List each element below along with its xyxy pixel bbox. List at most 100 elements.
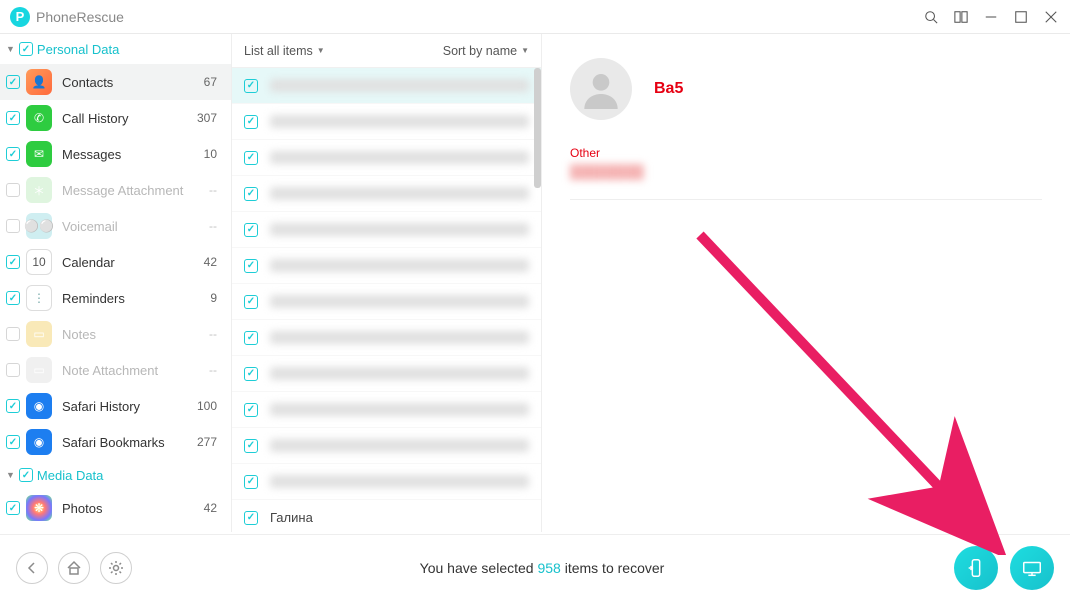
minimize-icon[interactable] — [982, 8, 1000, 26]
sidebar-item-count: 42 — [204, 255, 221, 269]
filter-dropdown[interactable]: List all items ▼ — [244, 44, 325, 58]
item-checkbox[interactable] — [6, 147, 20, 161]
list-item-name — [270, 151, 529, 164]
sidebar: ▼Personal Data👤Contacts67✆Call History30… — [0, 34, 232, 532]
sidebar-item-count: 67 — [204, 75, 221, 89]
row-checkbox[interactable] — [244, 295, 258, 309]
sidebar-item-photos[interactable]: ❋Photos42 — [0, 490, 231, 526]
list-item[interactable] — [232, 320, 541, 356]
item-checkbox[interactable] — [6, 111, 20, 125]
sidebar-item-label: Note Attachment — [62, 363, 199, 378]
contact-list-panel: List all items ▼ Sort by name ▼ Галина — [232, 34, 542, 532]
list-item-name — [270, 403, 529, 416]
list-item[interactable] — [232, 428, 541, 464]
row-checkbox[interactable] — [244, 187, 258, 201]
group-label: Media Data — [37, 468, 103, 483]
contact-name: Ba5 — [654, 80, 683, 98]
list-item[interactable]: Галина — [232, 500, 541, 532]
list-item[interactable] — [232, 248, 541, 284]
chevron-down-icon: ▼ — [521, 46, 529, 55]
row-checkbox[interactable] — [244, 79, 258, 93]
sidebar-item-label: Photos — [62, 501, 194, 516]
row-checkbox[interactable] — [244, 259, 258, 273]
item-checkbox[interactable] — [6, 75, 20, 89]
chevron-down-icon: ▼ — [6, 470, 15, 480]
list-item[interactable] — [232, 176, 541, 212]
filter-label: List all items — [244, 44, 313, 58]
sidebar-item-label: Contacts — [62, 75, 194, 90]
sidebar-item-reminders[interactable]: ⋮Reminders9 — [0, 280, 231, 316]
category-icon: 👤 — [26, 69, 52, 95]
status-text: You have selected 958 items to recover — [142, 560, 942, 576]
recover-to-device-button[interactable] — [954, 546, 998, 590]
sidebar-group-header[interactable]: ▼Personal Data — [0, 34, 231, 64]
sidebar-item-label: Notes — [62, 327, 199, 342]
back-button[interactable] — [16, 552, 48, 584]
row-checkbox[interactable] — [244, 331, 258, 345]
sidebar-item-call-history[interactable]: ✆Call History307 — [0, 100, 231, 136]
sidebar-item-label: Messages — [62, 147, 194, 162]
sidebar-item-count: 277 — [197, 435, 221, 449]
list-item-name — [270, 295, 529, 308]
detail-section: Other ████████ — [570, 146, 1042, 200]
maximize-icon[interactable] — [1012, 8, 1030, 26]
list-item[interactable] — [232, 140, 541, 176]
row-checkbox[interactable] — [244, 223, 258, 237]
category-icon: 10 — [26, 249, 52, 275]
row-checkbox[interactable] — [244, 151, 258, 165]
row-checkbox[interactable] — [244, 367, 258, 381]
item-checkbox — [6, 219, 20, 233]
row-checkbox[interactable] — [244, 511, 258, 525]
item-checkbox[interactable] — [6, 399, 20, 413]
list-item-name — [270, 79, 529, 92]
scrollbar[interactable] — [534, 68, 541, 188]
sidebar-item-count: 10 — [204, 147, 221, 161]
category-icon: ⋮ — [26, 285, 52, 311]
sidebar-item-count: 42 — [204, 501, 221, 515]
list-item[interactable] — [232, 356, 541, 392]
close-icon[interactable] — [1042, 8, 1060, 26]
sidebar-item-count: -- — [209, 327, 221, 341]
sidebar-item-notes: ▭Notes-- — [0, 316, 231, 352]
list-item[interactable] — [232, 284, 541, 320]
row-checkbox[interactable] — [244, 439, 258, 453]
list-item-name — [270, 475, 529, 488]
settings-button[interactable] — [100, 552, 132, 584]
category-icon: ◉ — [26, 429, 52, 455]
group-checkbox[interactable] — [19, 42, 33, 56]
item-checkbox[interactable] — [6, 255, 20, 269]
row-checkbox[interactable] — [244, 115, 258, 129]
list-item[interactable] — [232, 104, 541, 140]
sidebar-group-header[interactable]: ▼ Media Data — [0, 460, 231, 490]
search-icon[interactable] — [922, 8, 940, 26]
sidebar-item-calendar[interactable]: 10Calendar42 — [0, 244, 231, 280]
sort-label: Sort by name — [443, 44, 517, 58]
sidebar-item-contacts[interactable]: 👤 Contacts 67 — [0, 64, 231, 100]
sidebar-item-label: Message Attachment — [62, 183, 199, 198]
sidebar-item-count: -- — [209, 363, 221, 377]
item-checkbox[interactable] — [6, 435, 20, 449]
group-label: Personal Data — [37, 42, 119, 57]
list-item-name — [270, 223, 529, 236]
sidebar-item-safari-bookmarks[interactable]: ◉Safari Bookmarks277 — [0, 424, 231, 460]
list-item[interactable] — [232, 392, 541, 428]
dual-pane-icon[interactable] — [952, 8, 970, 26]
sidebar-item-messages[interactable]: ✉Messages10 — [0, 136, 231, 172]
sort-dropdown[interactable]: Sort by name ▼ — [443, 44, 529, 58]
home-button[interactable] — [58, 552, 90, 584]
detail-panel: Ba5 Other ████████ — [542, 34, 1070, 532]
list-item[interactable] — [232, 464, 541, 500]
list-item[interactable] — [232, 212, 541, 248]
list-item[interactable] — [232, 68, 541, 104]
recover-to-computer-button[interactable] — [1010, 546, 1054, 590]
item-checkbox[interactable] — [6, 291, 20, 305]
sidebar-item-safari-history[interactable]: ◉Safari History100 — [0, 388, 231, 424]
row-checkbox[interactable] — [244, 403, 258, 417]
row-checkbox[interactable] — [244, 475, 258, 489]
chevron-down-icon: ▼ — [317, 46, 325, 55]
sidebar-item-voicemail: ⚪⚪Voicemail-- — [0, 208, 231, 244]
item-checkbox[interactable] — [6, 501, 20, 515]
detail-field-value: ████████ — [570, 164, 1042, 179]
group-checkbox[interactable] — [19, 468, 33, 482]
sidebar-item-label: Reminders — [62, 291, 200, 306]
